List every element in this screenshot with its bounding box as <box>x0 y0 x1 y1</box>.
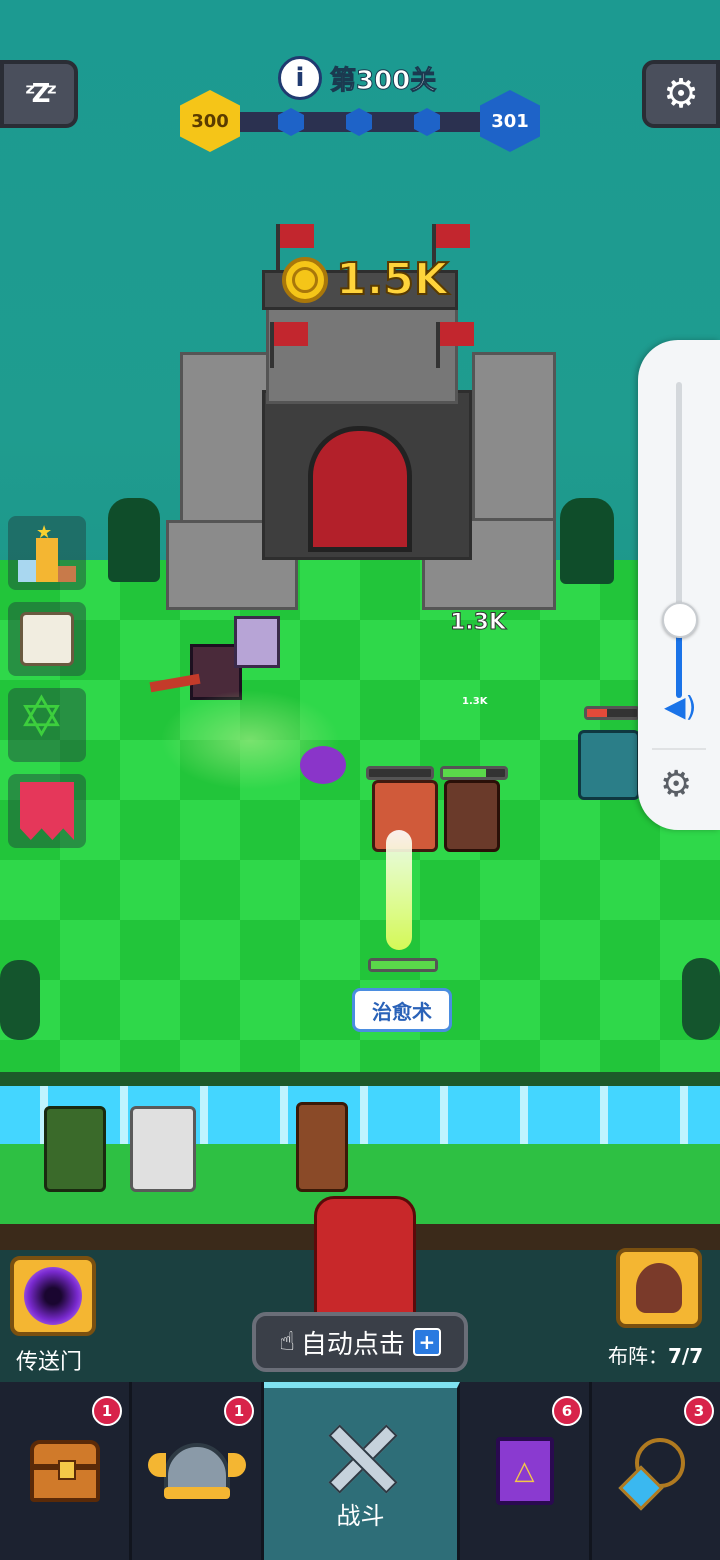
side-button-hexagram[interactable]: ✡ <box>8 688 86 762</box>
scroll-icon <box>20 612 74 666</box>
portal-label: 传送门 <box>16 1350 83 1375</box>
coin-icon <box>282 256 328 303</box>
formation-value: 7/7 <box>668 1344 704 1368</box>
tree <box>108 498 160 582</box>
tree <box>560 498 614 584</box>
sleep-zzz-icon: ᶻZᶻ <box>24 79 58 109</box>
volume-panel: ◀) ⚙ <box>638 340 720 830</box>
castle-reward: 1.5K <box>282 253 449 306</box>
notification-badge: 3 <box>684 1396 714 1426</box>
plus-icon: + <box>412 1328 441 1356</box>
settings-gear-icon[interactable]: ⚙ <box>660 764 692 805</box>
amulet-icon <box>618 1436 691 1511</box>
current-level-number: 300 <box>191 110 229 132</box>
bench-hero[interactable] <box>44 1106 106 1192</box>
auto-tap-label: 自动点击 <box>300 1329 405 1360</box>
notification-badge: 1 <box>224 1396 254 1426</box>
nav-tab-battle[interactable]: 战斗 <box>264 1382 460 1560</box>
damage-number-small: 1.3K <box>462 696 488 707</box>
attack-trail <box>386 830 412 950</box>
sleep-button[interactable]: ᶻZᶻ <box>0 60 78 128</box>
portal-icon <box>24 1267 82 1325</box>
level-progress: 300 301 <box>180 90 542 154</box>
formation-label: 布阵： <box>608 1344 668 1368</box>
portal-button[interactable] <box>10 1256 96 1336</box>
formation-icon <box>636 1263 682 1313</box>
auto-tap-button[interactable]: ☝ 自动点击 + <box>252 1312 468 1372</box>
river-strip <box>0 1086 720 1144</box>
nav-tab-chest[interactable]: 1 <box>0 1382 132 1560</box>
next-level-number: 301 <box>491 110 529 132</box>
battle-tab-label: 战斗 <box>336 1501 385 1530</box>
spellbook-icon: △ <box>495 1437 554 1505</box>
chest-icon <box>29 1440 100 1502</box>
helmet-icon <box>147 1443 246 1499</box>
hexagram-icon: ✡ <box>18 685 65 750</box>
tap-hand-icon: ☝ <box>279 1327 295 1357</box>
notification-badge: 1 <box>92 1396 122 1426</box>
poison-blob <box>300 746 346 784</box>
volume-icon[interactable]: ◀) <box>664 690 696 723</box>
damage-number: 1.3K <box>449 610 507 636</box>
dragon-pet[interactable] <box>314 1196 416 1322</box>
castle-reward-value: 1.5K <box>335 253 449 306</box>
enemy-golem-unit[interactable] <box>578 730 640 800</box>
volume-slider-thumb[interactable] <box>662 602 698 638</box>
current-level-hex: 300 <box>180 90 240 152</box>
red-banner-icon <box>20 782 74 840</box>
castle-gate <box>308 426 412 552</box>
side-button-trophy[interactable]: ★ <box>8 516 86 590</box>
tree <box>682 958 720 1040</box>
notification-badge: 6 <box>552 1396 582 1426</box>
settings-button[interactable]: ⚙ <box>642 60 720 128</box>
bottom-nav: 1 1 战斗 △ 6 3 <box>0 1382 720 1560</box>
health-bar <box>440 766 508 780</box>
side-button-scroll[interactable] <box>8 602 86 676</box>
skill-label: 治愈术 <box>352 988 452 1032</box>
bench-hero[interactable] <box>130 1106 196 1192</box>
next-level-hex: 301 <box>480 90 540 152</box>
trophy-icon: ★ <box>14 522 80 582</box>
volume-divider <box>652 748 706 750</box>
board-edge <box>0 1072 720 1086</box>
nav-tab-spellbook[interactable]: △ 6 <box>460 1382 592 1560</box>
formation-button[interactable] <box>616 1248 702 1328</box>
gear-icon: ⚙ <box>663 71 699 117</box>
side-button-banner[interactable] <box>8 774 86 848</box>
bench-hero[interactable] <box>296 1102 348 1192</box>
formation-status: 布阵：7/7 <box>608 1340 703 1369</box>
enemy-health-bar <box>584 706 640 720</box>
nav-tab-heroes[interactable]: 1 <box>132 1382 264 1560</box>
healer-health-bar <box>368 958 438 972</box>
hero-archer-unit[interactable] <box>444 780 500 852</box>
health-bar <box>366 766 434 780</box>
nav-tab-amulet[interactable]: 3 <box>592 1382 720 1560</box>
tree <box>0 960 40 1040</box>
crossed-swords-icon <box>321 1418 401 1494</box>
skill-label-text: 治愈术 <box>372 999 432 1024</box>
